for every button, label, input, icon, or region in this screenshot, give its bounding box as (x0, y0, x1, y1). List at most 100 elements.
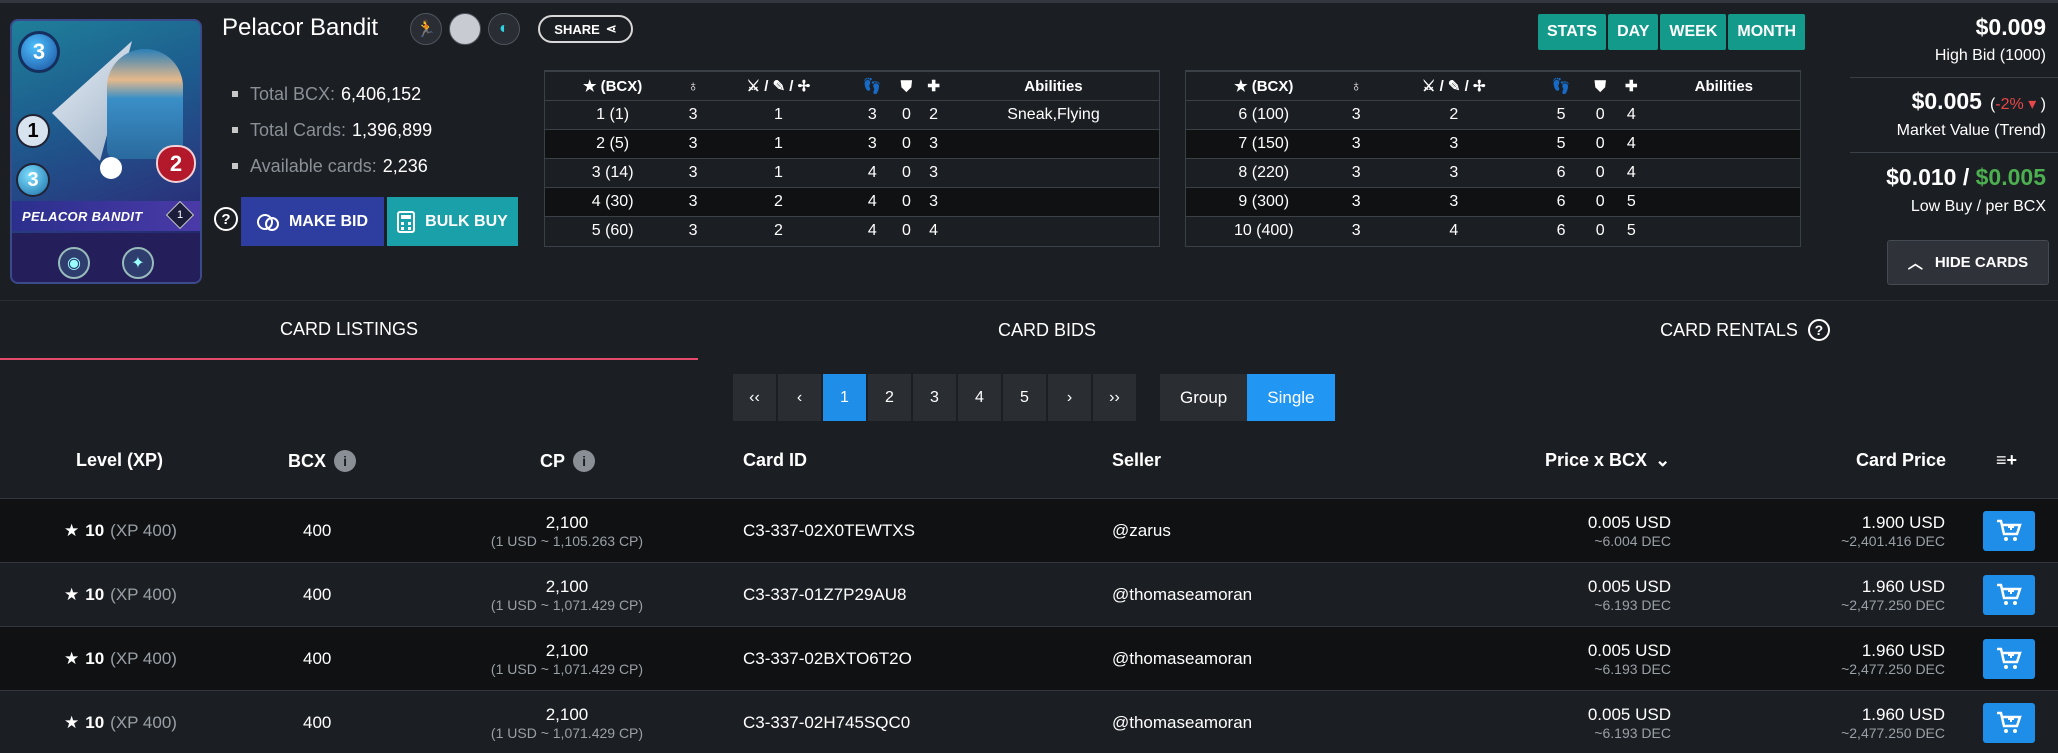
stats-cell: 0 (893, 216, 920, 246)
page-last-button[interactable]: ›› (1093, 374, 1136, 421)
speed-column-icon: 👣 (850, 71, 894, 101)
stats-cell: 1 (1) (545, 100, 681, 130)
card-id-cell[interactable]: C3-337-02X0TEWTXS (743, 499, 915, 563)
speed-badge: 3 (16, 163, 50, 197)
stats-cell (1647, 187, 1800, 217)
page-prev-button[interactable]: ‹ (778, 374, 821, 421)
card-id-cell[interactable]: C3-337-01Z7P29AU8 (743, 563, 906, 627)
stats-cell: 3 (919, 129, 948, 159)
page-4-button[interactable]: 4 (958, 374, 1001, 421)
column-settings-icon[interactable]: ≡+ (1996, 450, 2017, 471)
stats-row: 3 (14) 3 1 4 0 3 (545, 158, 1159, 188)
bcx-header[interactable]: BCX i (288, 450, 357, 472)
hide-cards-label: HIDE CARDS (1934, 254, 2029, 271)
make-bid-button[interactable]: MAKE BID (241, 197, 384, 246)
seller-cell[interactable]: @thomaseamoran (1112, 563, 1252, 627)
tab-stats[interactable]: STATS (1538, 14, 1607, 50)
stats-cell: 6 (1536, 187, 1586, 217)
add-to-cart-button[interactable] (1983, 703, 2035, 743)
low-buy-row: $0.010 / $0.005 (1886, 164, 2046, 190)
card-level-value: 1 (176, 209, 184, 221)
tab-card-listings[interactable]: CARD LISTINGS (0, 300, 698, 360)
price-bcx-cell: 0.005 USD ~6.193 DEC (1588, 627, 1671, 691)
info-icon[interactable]: i (573, 450, 596, 472)
tab-month[interactable]: MONTH (1728, 14, 1806, 50)
price-bcx-cell: 0.005 USD ~6.193 DEC (1588, 563, 1671, 627)
stats-cell: 3 (919, 187, 948, 217)
tab-week[interactable]: WEEK (1660, 14, 1727, 50)
stats-cell: 3 (680, 158, 706, 188)
hide-cards-button[interactable]: ︿ HIDE CARDS (1887, 240, 2049, 285)
star-icon: ★ (64, 585, 80, 604)
group-view-button[interactable]: Group (1160, 374, 1248, 421)
bulk-buy-button[interactable]: BULK BUY (387, 197, 518, 246)
cp-header[interactable]: CP i (540, 450, 596, 472)
edition-icon: ◐ (488, 13, 520, 45)
stats-cell: 4 (850, 216, 894, 246)
tab-label: CARD RENTALS (1660, 319, 1798, 340)
stats-cell: Sneak,Flying (947, 100, 1159, 130)
stats-cell: 0 (1585, 216, 1615, 246)
add-to-cart-button[interactable] (1983, 639, 2035, 679)
card-art-ball (100, 157, 122, 179)
tab-day[interactable]: DAY (1608, 14, 1659, 50)
stats-cell: 4 (919, 216, 948, 246)
stats-cell: 4 (1614, 129, 1648, 159)
table-row[interactable]: ★ 10 (XP 400) 400 2,100 (1 USD ~ 1,071.429 CP… (0, 690, 2058, 753)
stats-cell (947, 216, 1159, 246)
seller-cell[interactable]: @thomaseamoran (1112, 691, 1252, 753)
stats-cell: 3 (919, 158, 948, 188)
cart-icon (1997, 647, 2022, 669)
coins-icon (256, 213, 279, 231)
stats-cell: 8 (220) (1186, 158, 1342, 188)
neutral-splinter-icon: 🏃 (410, 13, 442, 45)
help-icon[interactable]: ? (214, 207, 238, 231)
table-row[interactable]: ★ 10 (XP 400) 400 2,100 (1 USD ~ 1,071.429 CP… (0, 626, 2058, 690)
seller-cell[interactable]: @thomaseamoran (1112, 627, 1252, 691)
add-to-cart-button[interactable] (1983, 575, 2035, 615)
stats-cell: 9 (300) (1186, 187, 1342, 217)
card-id-cell[interactable]: C3-337-02BXTO6T2O (743, 627, 912, 691)
seller-cell[interactable]: @zarus (1112, 499, 1171, 563)
page-2-button[interactable]: 2 (868, 374, 911, 421)
page-5-button[interactable]: 5 (1003, 374, 1046, 421)
stats-cell: 4 (1370, 216, 1537, 246)
xp-value: (XP 400) (110, 713, 177, 732)
stats-cell: 3 (680, 187, 706, 217)
cp-header-label: CP (540, 450, 566, 471)
star-icon: ★ (64, 713, 80, 732)
xp-value: (XP 400) (110, 585, 177, 604)
help-icon[interactable]: ? (1807, 319, 1830, 341)
tab-card-bids[interactable]: CARD BIDS (698, 300, 1396, 360)
table-row[interactable]: ★ 10 (XP 400) 400 2,100 (1 USD ~ 1,105.263 CP… (0, 498, 2058, 562)
info-icon[interactable]: i (334, 450, 357, 472)
page-first-button[interactable]: ‹‹ (733, 374, 776, 421)
page-1-button[interactable]: 1 (823, 374, 866, 421)
per-bcx-value: $0.005 (1975, 164, 2046, 190)
stats-cell (947, 129, 1159, 159)
card-id-cell[interactable]: C3-337-02H745SQC0 (743, 691, 910, 753)
stats-cell (1647, 129, 1800, 159)
cp-rate: (1 USD ~ 1,071.429 CP) (490, 725, 644, 741)
card-price-header[interactable]: Card Price (1856, 450, 1946, 471)
col-level-label: (BCX) (600, 78, 643, 95)
cp-rate: (1 USD ~ 1,071.429 CP) (490, 597, 644, 613)
add-to-cart-button[interactable] (1983, 511, 2035, 551)
armor-column-icon: ⛊ (893, 71, 920, 101)
card-image[interactable]: 3 1 3 2 PELACOR BANDIT 1 ◉ ✦ (10, 19, 202, 284)
cp-cell: 2,100 (1 USD ~ 1,071.429 CP) (440, 627, 694, 691)
level-header[interactable]: Level (XP) (76, 450, 163, 471)
stats-row: 9 (300) 3 3 6 0 5 (1186, 187, 1800, 217)
speed-column-icon: 👣 (1536, 71, 1586, 101)
page-3-button[interactable]: 3 (913, 374, 956, 421)
stats-cell: 2 (705, 216, 851, 246)
health-column-icon: ✚ (919, 71, 948, 101)
stats-row: 7 (150) 3 3 5 0 4 (1186, 129, 1800, 159)
share-button[interactable]: SHARE ⋖ (538, 15, 633, 43)
single-view-button[interactable]: Single (1247, 374, 1335, 421)
page-next-button[interactable]: › (1048, 374, 1091, 421)
stats-cell: 3 (1341, 216, 1371, 246)
table-row[interactable]: ★ 10 (XP 400) 400 2,100 (1 USD ~ 1,071.429 CP… (0, 562, 2058, 626)
tab-card-rentals[interactable]: CARD RENTALS? (1396, 300, 2058, 360)
price-bcx-header[interactable]: Price x BCX ⌄ (1545, 450, 1670, 471)
